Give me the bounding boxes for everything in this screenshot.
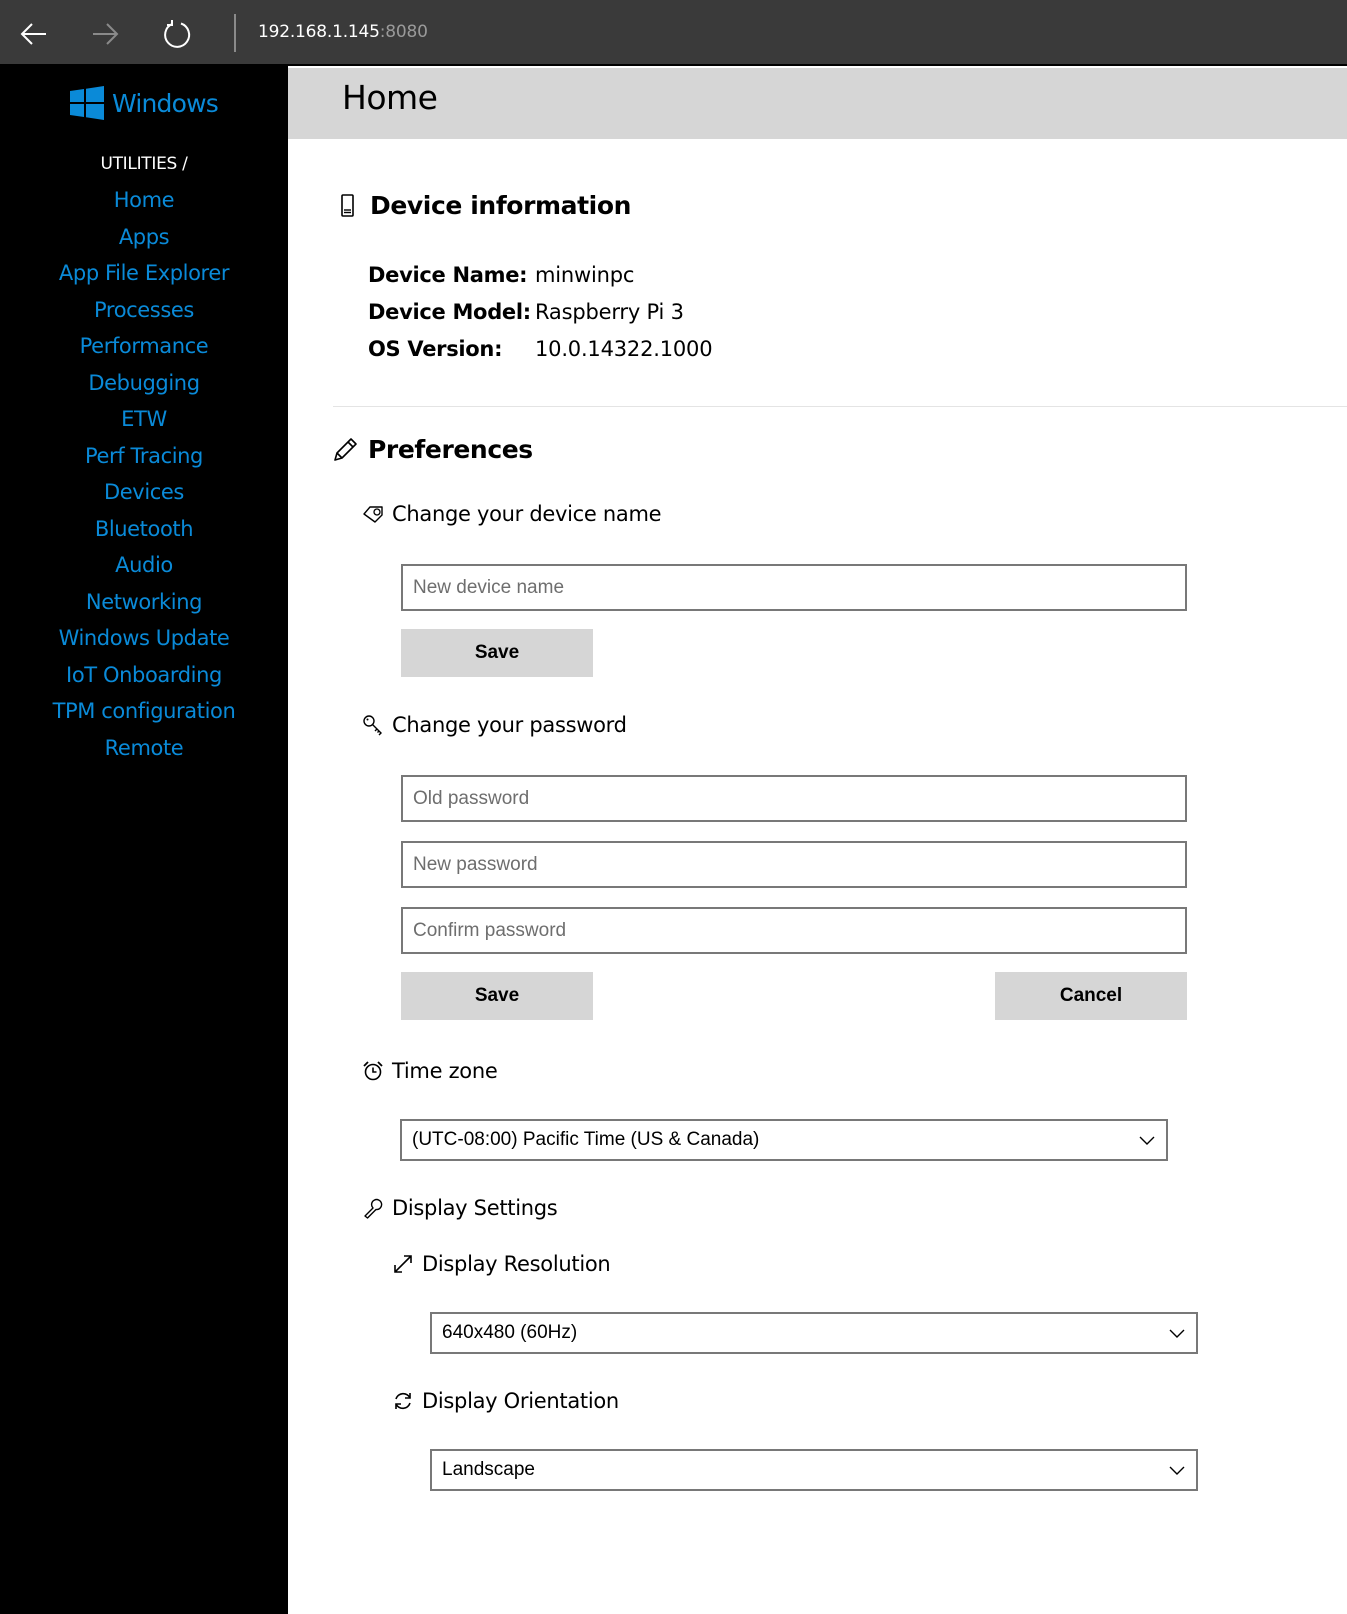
- sidebar-item-apps[interactable]: Apps: [0, 219, 288, 256]
- back-button[interactable]: [14, 14, 54, 54]
- chevron-down-icon: [1169, 1329, 1185, 1338]
- sidebar-item-remote[interactable]: Remote: [0, 730, 288, 767]
- pencil-icon: [334, 437, 357, 461]
- sidebar-item-etw[interactable]: ETW: [0, 401, 288, 438]
- display-settings-title: Display Settings: [392, 1196, 558, 1220]
- arrow-right-icon: [93, 23, 119, 45]
- reload-icon: [164, 20, 191, 48]
- windows-logo-icon: [70, 86, 104, 120]
- page-header: Home: [288, 68, 1347, 139]
- timezone-selected: (UTC-08:00) Pacific Time (US & Canada): [412, 1129, 760, 1150]
- os-version-label: OS Version:: [368, 337, 503, 361]
- password-heading: Change your password: [362, 713, 627, 737]
- address-host: 192.168.1.145: [258, 22, 380, 42]
- password-title: Change your password: [392, 713, 627, 737]
- rotate-icon: [395, 1392, 411, 1410]
- sidebar-item-bluetooth[interactable]: Bluetooth: [0, 511, 288, 548]
- sidebar-item-app-file-explorer[interactable]: App File Explorer: [0, 255, 288, 292]
- sidebar-item-networking[interactable]: Networking: [0, 584, 288, 621]
- key-icon: [363, 715, 382, 736]
- preferences-heading: Preferences: [332, 435, 533, 464]
- sidebar: Windows UTILITIES / Home Apps App File E…: [0, 66, 288, 1614]
- reload-button[interactable]: [157, 14, 197, 54]
- forward-button[interactable]: [85, 14, 125, 54]
- display-settings-heading: Display Settings: [362, 1196, 558, 1220]
- timezone-heading: Time zone: [362, 1059, 498, 1083]
- sidebar-item-home[interactable]: Home: [0, 182, 288, 219]
- resize-icon: [394, 1255, 412, 1273]
- section-divider: [333, 406, 1347, 407]
- display-orientation-select[interactable]: Landscape: [430, 1449, 1198, 1491]
- cancel-password-button[interactable]: Cancel: [995, 972, 1187, 1020]
- arrow-left-icon: [20, 23, 46, 45]
- device-model-row: Device Model: Raspberry Pi 3: [368, 294, 712, 331]
- save-password-button[interactable]: Save: [401, 972, 593, 1020]
- sidebar-item-tpm-configuration[interactable]: TPM configuration: [0, 693, 288, 730]
- display-orientation-selected: Landscape: [442, 1459, 535, 1480]
- sidebar-nav: Home Apps App File Explorer Processes Pe…: [0, 182, 288, 766]
- os-version-row: OS Version: 10.0.14322.1000: [368, 331, 713, 368]
- sidebar-item-devices[interactable]: Devices: [0, 474, 288, 511]
- windows-logo[interactable]: Windows: [70, 86, 219, 120]
- device-info-title: Device information: [370, 191, 632, 220]
- sidebar-item-processes[interactable]: Processes: [0, 292, 288, 329]
- address-bar[interactable]: 192.168.1.145:8080: [258, 22, 428, 42]
- logo-text: Windows: [112, 88, 219, 118]
- device-name-label: Device Name:: [368, 263, 528, 287]
- sidebar-item-audio[interactable]: Audio: [0, 547, 288, 584]
- device-name-title: Change your device name: [392, 502, 662, 526]
- device-info-list: Device Name: minwinpc Device Model: Rasp…: [368, 257, 713, 368]
- address-separator: [234, 14, 236, 52]
- save-device-name-button[interactable]: Save: [401, 629, 593, 677]
- device-model-label: Device Model:: [368, 300, 531, 324]
- device-info-heading: Device information: [334, 191, 631, 220]
- sidebar-item-debugging[interactable]: Debugging: [0, 365, 288, 402]
- browser-toolbar: 192.168.1.145:8080: [0, 0, 1347, 66]
- display-resolution-selected: 640x480 (60Hz): [442, 1322, 578, 1343]
- breadcrumb: UTILITIES /: [100, 154, 188, 174]
- sidebar-item-performance[interactable]: Performance: [0, 328, 288, 365]
- display-orientation-title: Display Orientation: [422, 1389, 619, 1413]
- display-resolution-heading: Display Resolution: [392, 1252, 611, 1276]
- new-password-input[interactable]: [401, 841, 1187, 888]
- tag-icon: [363, 506, 383, 523]
- phone-icon: [341, 193, 354, 217]
- chevron-down-icon: [1139, 1136, 1155, 1145]
- preferences-title: Preferences: [368, 435, 533, 464]
- alarm-clock-icon: [363, 1061, 383, 1081]
- new-device-name-input[interactable]: [401, 564, 1187, 611]
- device-name-heading: Change your device name: [362, 502, 662, 526]
- timezone-select[interactable]: (UTC-08:00) Pacific Time (US & Canada): [400, 1119, 1168, 1161]
- device-name-row: Device Name: minwinpc: [368, 257, 712, 294]
- sidebar-item-perf-tracing[interactable]: Perf Tracing: [0, 438, 288, 475]
- display-resolution-title: Display Resolution: [422, 1252, 611, 1276]
- display-resolution-select[interactable]: 640x480 (60Hz): [430, 1312, 1198, 1354]
- chevron-down-icon: [1169, 1466, 1185, 1475]
- timezone-title: Time zone: [392, 1059, 498, 1083]
- address-port: :8080: [379, 22, 428, 42]
- sidebar-item-windows-update[interactable]: Windows Update: [0, 620, 288, 657]
- page-title: Home: [342, 78, 438, 117]
- device-name-value: minwinpc: [535, 263, 635, 287]
- display-orientation-heading: Display Orientation: [392, 1389, 619, 1413]
- confirm-password-input[interactable]: [401, 907, 1187, 954]
- old-password-input[interactable]: [401, 775, 1187, 822]
- device-model-value: Raspberry Pi 3: [535, 300, 684, 324]
- wrench-icon: [364, 1198, 383, 1219]
- main-content: Device information Device Name: minwinpc…: [288, 139, 1347, 1614]
- sidebar-item-iot-onboarding[interactable]: IoT Onboarding: [0, 657, 288, 694]
- os-version-value: 10.0.14322.1000: [535, 337, 713, 361]
